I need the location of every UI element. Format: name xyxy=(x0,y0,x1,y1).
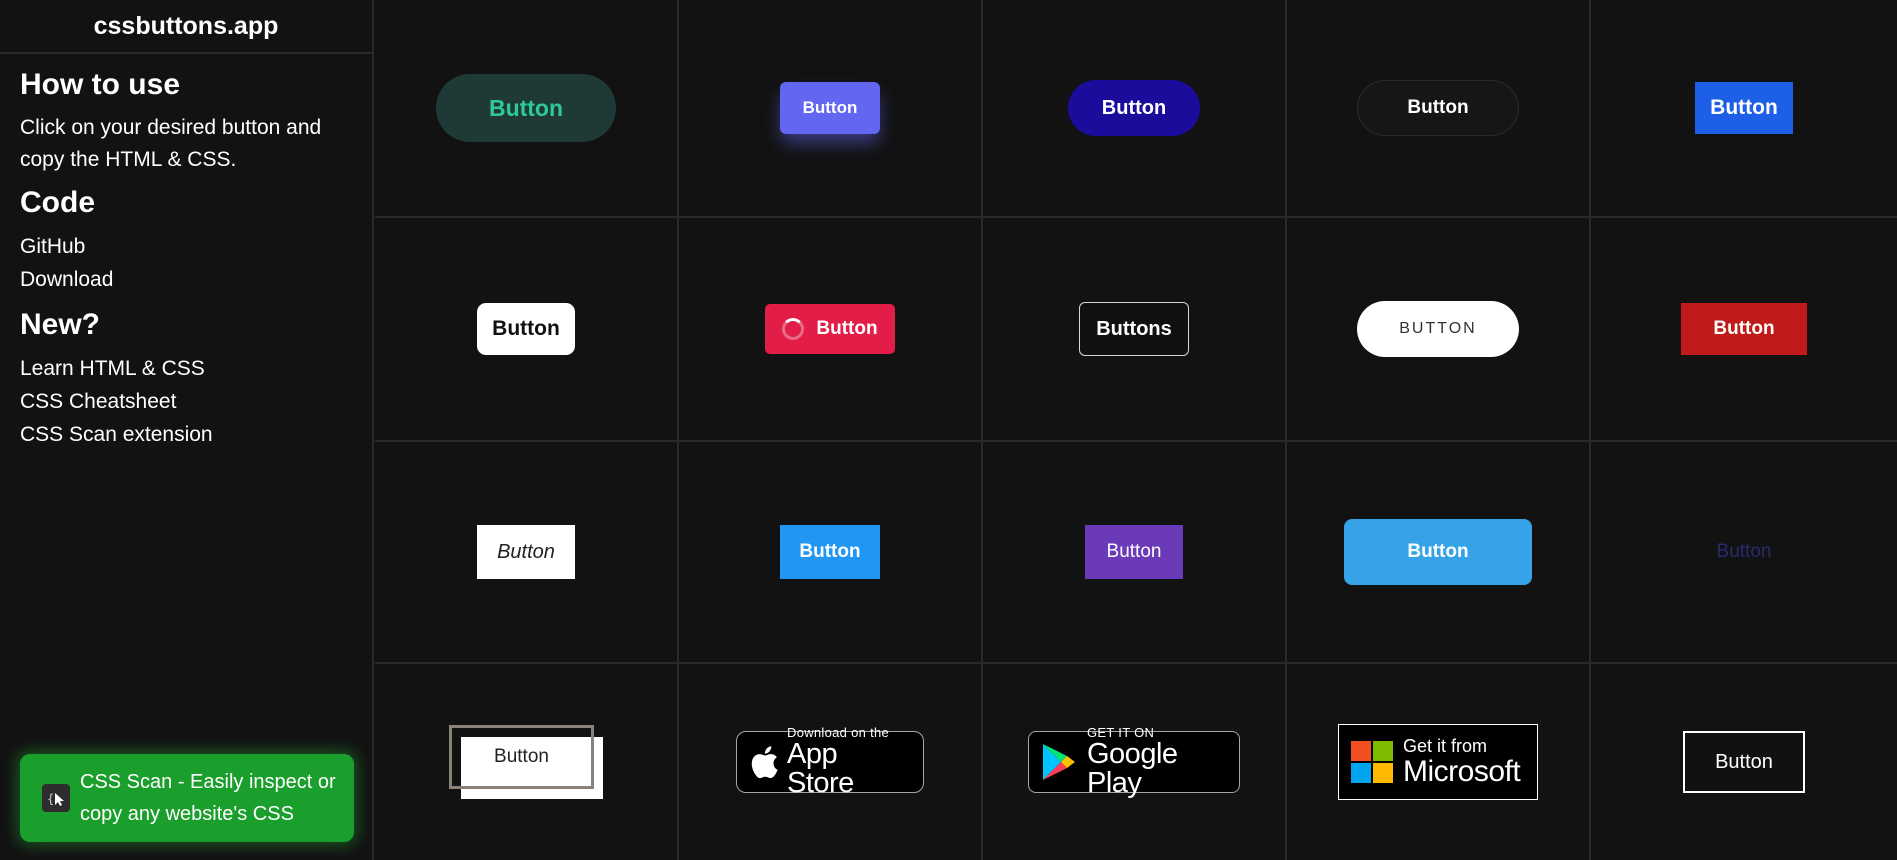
offset-frame-button-label: Button xyxy=(494,746,549,767)
white-outline-button[interactable]: Button xyxy=(1683,731,1805,793)
google-play-text: GET IT ON Google Play xyxy=(1087,726,1227,798)
loading-button[interactable]: Button xyxy=(765,304,895,354)
offset-frame-button-wrapper: Button xyxy=(449,725,603,799)
purple-button[interactable]: Button xyxy=(1085,525,1183,579)
gallery-cell[interactable]: Button xyxy=(375,442,679,664)
blue-square-button[interactable]: Button xyxy=(1695,82,1793,134)
google-play-button[interactable]: GET IT ON Google Play xyxy=(1028,726,1240,798)
indigo-shadow-button[interactable]: Button xyxy=(780,82,880,134)
cursor-icon: { xyxy=(42,784,70,812)
gallery-cell[interactable]: Button xyxy=(375,218,679,442)
gallery-cell[interactable]: Button xyxy=(679,0,983,218)
new-links: Learn HTML & CSS CSS Cheatsheet CSS Scan… xyxy=(20,352,352,451)
loading-button-label: Button xyxy=(816,318,878,339)
gallery-cell[interactable]: Button xyxy=(1591,664,1897,860)
promo-text: CSS Scan - Easily inspect or copy any we… xyxy=(80,771,336,825)
download-link[interactable]: Download xyxy=(20,263,352,296)
gallery-cell[interactable]: Button xyxy=(1591,442,1897,664)
gallery-cell[interactable]: GET IT ON Google Play xyxy=(983,664,1287,860)
green-pill-button[interactable]: Button xyxy=(436,74,616,142)
css-cheatsheet-link[interactable]: CSS Cheatsheet xyxy=(20,385,352,418)
outline-button[interactable]: Buttons xyxy=(1079,302,1189,356)
white-rounded-button[interactable]: Button xyxy=(477,303,575,355)
new-heading: New? xyxy=(20,308,101,341)
white-italic-button[interactable]: Button xyxy=(477,525,575,579)
github-link[interactable]: GitHub xyxy=(20,230,352,263)
microsoft-store-button[interactable]: Get it from Microsoft xyxy=(1338,724,1538,800)
dark-pill-button[interactable]: Button xyxy=(1357,80,1519,136)
microsoft-logo-icon xyxy=(1351,741,1393,783)
google-play-big-text: Google Play xyxy=(1087,738,1178,799)
svg-text:{: { xyxy=(47,792,54,806)
light-blue-large-button[interactable]: Button xyxy=(1344,519,1532,585)
navy-pill-button[interactable]: Button xyxy=(1068,80,1200,136)
gallery-cell[interactable]: Button xyxy=(983,0,1287,218)
gallery-cell[interactable]: Download on the App Store xyxy=(679,664,983,860)
google-play-icon xyxy=(1041,742,1077,782)
code-heading: Code xyxy=(20,186,95,219)
sky-blue-button[interactable]: Button xyxy=(780,525,880,579)
offset-frame-button[interactable]: Button xyxy=(449,725,594,789)
apple-icon xyxy=(749,744,779,780)
gallery-cell[interactable]: Button xyxy=(983,442,1287,664)
gallery-cell[interactable]: Button xyxy=(375,664,679,860)
code-links: GitHub Download xyxy=(20,230,352,296)
microsoft-big-text: Microsoft xyxy=(1403,755,1521,788)
sidebar-content: How to use Click on your desired button … xyxy=(0,54,372,451)
gallery-cell[interactable]: Button xyxy=(679,442,983,664)
gallery-cell[interactable]: Button xyxy=(1287,442,1591,664)
app-store-text: Download on the App Store xyxy=(787,726,911,798)
gallery-cell[interactable]: Buttons xyxy=(983,218,1287,442)
gallery-cell[interactable]: Button xyxy=(1287,0,1591,218)
microsoft-small-text: Get it from xyxy=(1403,736,1488,756)
css-scan-extension-link[interactable]: CSS Scan extension xyxy=(20,418,352,451)
gallery-cell[interactable]: BUTTON xyxy=(1287,218,1591,442)
learn-html-css-link[interactable]: Learn HTML & CSS xyxy=(20,352,352,385)
app-store-big-text: App Store xyxy=(787,738,854,799)
how-to-use-heading: How to use xyxy=(20,68,181,101)
red-button[interactable]: Button xyxy=(1681,303,1807,355)
spinner-icon xyxy=(782,318,805,340)
sidebar: cssbuttons.app How to use Click on your … xyxy=(0,0,374,860)
button-gallery: Button Button Button Button Button Butto… xyxy=(375,0,1897,860)
css-scan-promo-button[interactable]: { CSS Scan - Easily inspect or copy any … xyxy=(20,754,354,842)
gallery-cell[interactable]: Button xyxy=(375,0,679,218)
microsoft-store-text: Get it from Microsoft xyxy=(1403,736,1521,788)
ghost-button[interactable]: Button xyxy=(1695,532,1793,572)
how-to-use-text: Click on your desired button and copy th… xyxy=(20,116,322,171)
white-pill-uppercase-button[interactable]: BUTTON xyxy=(1357,301,1519,357)
app-store-button[interactable]: Download on the App Store xyxy=(736,726,924,798)
site-brand[interactable]: cssbuttons.app xyxy=(0,0,372,54)
gallery-cell[interactable]: Get it from Microsoft xyxy=(1287,664,1591,860)
gallery-cell[interactable]: Button xyxy=(1591,218,1897,442)
gallery-cell[interactable]: Button xyxy=(1591,0,1897,218)
gallery-cell[interactable]: Button xyxy=(679,218,983,442)
